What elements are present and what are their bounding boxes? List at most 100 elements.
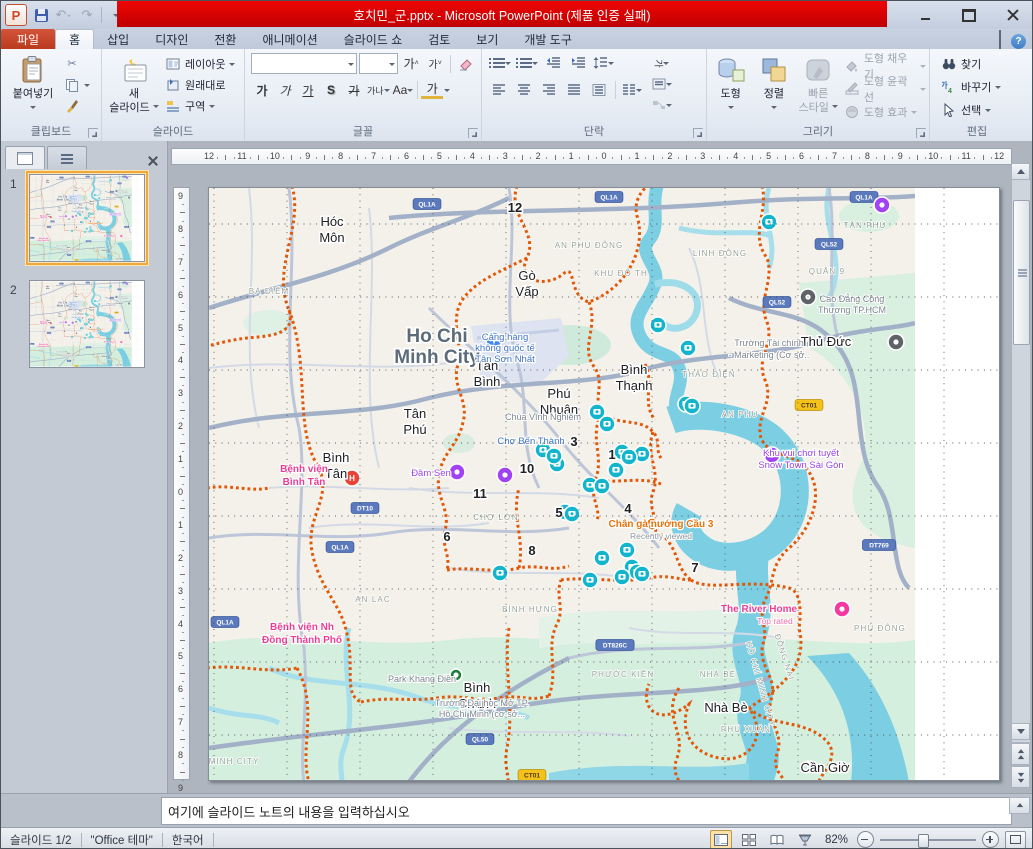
tab-slideshow[interactable]: 슬라이드 쇼 xyxy=(331,30,416,49)
tab-home[interactable]: 홈 xyxy=(55,29,94,49)
tab-transitions[interactable]: 전환 xyxy=(201,30,249,49)
normal-view-button[interactable] xyxy=(710,830,732,849)
distribute-button[interactable] xyxy=(588,80,610,100)
shape-effects-button[interactable]: 도형 효과 xyxy=(841,101,929,122)
numbering-button[interactable] xyxy=(515,53,539,73)
slides-panel: 1 2 xyxy=(1,141,168,793)
svg-text:4: 4 xyxy=(948,88,952,94)
bold-button[interactable]: 가 xyxy=(251,80,273,100)
redo-button[interactable]: ↷ xyxy=(78,6,96,24)
slide-sorter-view-button[interactable] xyxy=(738,830,760,849)
underline-button[interactable]: 가 xyxy=(297,80,319,100)
tab-insert[interactable]: 삽입 xyxy=(94,30,142,49)
scrollbar-track[interactable] xyxy=(1011,180,1030,742)
tab-view[interactable]: 보기 xyxy=(463,30,511,49)
effects-icon xyxy=(844,104,860,120)
copy-button[interactable] xyxy=(61,74,93,95)
language-indicator[interactable]: 한국어 xyxy=(163,832,213,848)
shapes-button[interactable]: 도형 xyxy=(709,51,752,125)
scroll-down-button[interactable] xyxy=(1011,723,1030,740)
paste-button[interactable]: 붙여넣기 xyxy=(5,51,61,125)
close-button[interactable] xyxy=(1000,5,1026,25)
horizontal-ruler[interactable]: 1211109876543210123456789101112 xyxy=(171,148,1012,165)
align-right-button[interactable] xyxy=(538,80,560,100)
select-button[interactable]: 선택 xyxy=(938,99,1024,120)
tab-animations[interactable]: 애니메이션 xyxy=(249,30,330,49)
decrease-indent-button[interactable] xyxy=(542,53,564,73)
vertical-ruler[interactable]: 9876543210123456789 xyxy=(173,187,190,780)
justify-button[interactable] xyxy=(563,80,585,100)
help-button[interactable]: ? xyxy=(1011,34,1026,49)
tab-design[interactable]: 디자인 xyxy=(142,30,201,49)
tab-outline[interactable] xyxy=(47,146,87,169)
previous-slide-button[interactable] xyxy=(1011,743,1030,765)
undo-button[interactable]: ↶ xyxy=(55,6,73,24)
format-painter-button[interactable] xyxy=(61,95,93,116)
theme-name[interactable]: "Office 테마" xyxy=(82,832,162,848)
strikethrough-button[interactable]: 가 xyxy=(343,80,365,100)
zoom-out-button[interactable] xyxy=(857,831,874,848)
slide-canvas[interactable] xyxy=(208,187,1000,781)
powerpoint-app-icon[interactable]: P xyxy=(5,4,27,26)
drawing-dialog-launcher[interactable] xyxy=(916,128,926,138)
align-text-button[interactable] xyxy=(651,74,673,94)
collapse-ribbon-button[interactable] xyxy=(999,32,1001,50)
cut-button[interactable]: ✂ xyxy=(61,53,93,74)
replace-button[interactable]: 가4바꾸기 xyxy=(938,76,1024,97)
paragraph-dialog-launcher[interactable] xyxy=(693,128,703,138)
character-spacing-button[interactable]: 가나 xyxy=(366,80,391,100)
find-button[interactable]: 찾기 xyxy=(938,53,1024,74)
minimize-button[interactable] xyxy=(912,5,938,25)
slide-thumbnail-1[interactable] xyxy=(29,174,145,262)
text-shadow-button[interactable]: S xyxy=(320,80,342,100)
next-slide-button[interactable] xyxy=(1011,766,1030,788)
tab-review[interactable]: 검토 xyxy=(415,30,463,49)
section-button[interactable]: 구역 xyxy=(162,95,238,116)
slideshow-view-button[interactable] xyxy=(794,830,816,849)
close-panel-button[interactable] xyxy=(145,153,161,169)
font-color-button[interactable]: 가 xyxy=(421,81,443,99)
font-dialog-launcher[interactable] xyxy=(468,128,478,138)
tab-slides-thumbnails[interactable] xyxy=(5,146,45,169)
line-spacing-button[interactable] xyxy=(592,53,615,73)
reading-view-button[interactable] xyxy=(766,830,788,849)
tab-file[interactable]: 파일 xyxy=(1,29,55,49)
italic-button[interactable]: 가 xyxy=(274,80,296,100)
fit-to-window-button[interactable] xyxy=(1005,831,1026,849)
change-case-button[interactable]: Aa xyxy=(392,80,415,100)
shrink-font-button[interactable]: 가˅ xyxy=(424,54,446,74)
align-left-button[interactable] xyxy=(488,80,510,100)
quick-styles-button[interactable]: 빠른스타일 xyxy=(796,51,841,125)
convert-smartart-button[interactable] xyxy=(651,95,673,115)
bullets-button[interactable] xyxy=(488,53,512,73)
clear-formatting-button[interactable] xyxy=(455,54,477,74)
tab-developer[interactable]: 개발 도구 xyxy=(511,30,585,49)
status-bar: 슬라이드 1/2 "Office 테마" 한국어 82% xyxy=(1,827,1032,849)
grow-font-button[interactable]: 가˄ xyxy=(400,54,422,74)
notes-input[interactable]: 여기에 슬라이드 노트의 내용을 입력하십시오 xyxy=(161,797,1012,825)
align-center-button[interactable] xyxy=(513,80,535,100)
columns-button[interactable] xyxy=(621,80,643,100)
increase-indent-button[interactable] xyxy=(567,53,589,73)
text-direction-button[interactable]: 가 xyxy=(651,53,673,73)
notes-scroll-up-button[interactable] xyxy=(1009,797,1030,814)
slide-indicator: 슬라이드 1/2 xyxy=(1,832,81,848)
slide-thumbnail-2[interactable] xyxy=(29,280,145,368)
zoom-in-button[interactable] xyxy=(982,831,999,848)
arrange-button[interactable]: 정렬 xyxy=(752,51,795,125)
font-name-combo[interactable] xyxy=(251,53,357,74)
reset-button[interactable]: 원래대로 xyxy=(162,74,238,95)
zoom-slider-thumb[interactable] xyxy=(918,834,929,848)
shape-outline-button[interactable]: 도형 윤곽선 xyxy=(841,78,929,99)
zoom-level[interactable]: 82% xyxy=(822,834,851,846)
shapes-icon xyxy=(716,55,746,85)
scrollbar-thumb[interactable] xyxy=(1013,200,1030,345)
font-size-combo[interactable] xyxy=(359,53,399,74)
save-button[interactable] xyxy=(32,6,50,24)
clipboard-dialog-launcher[interactable] xyxy=(88,128,98,138)
scroll-up-button[interactable] xyxy=(1011,163,1030,180)
new-slide-button[interactable]: 새슬라이드 xyxy=(106,51,162,125)
layout-button[interactable]: 레이아웃 xyxy=(162,53,238,74)
zoom-slider[interactable] xyxy=(880,832,976,847)
maximize-button[interactable] xyxy=(956,5,982,25)
